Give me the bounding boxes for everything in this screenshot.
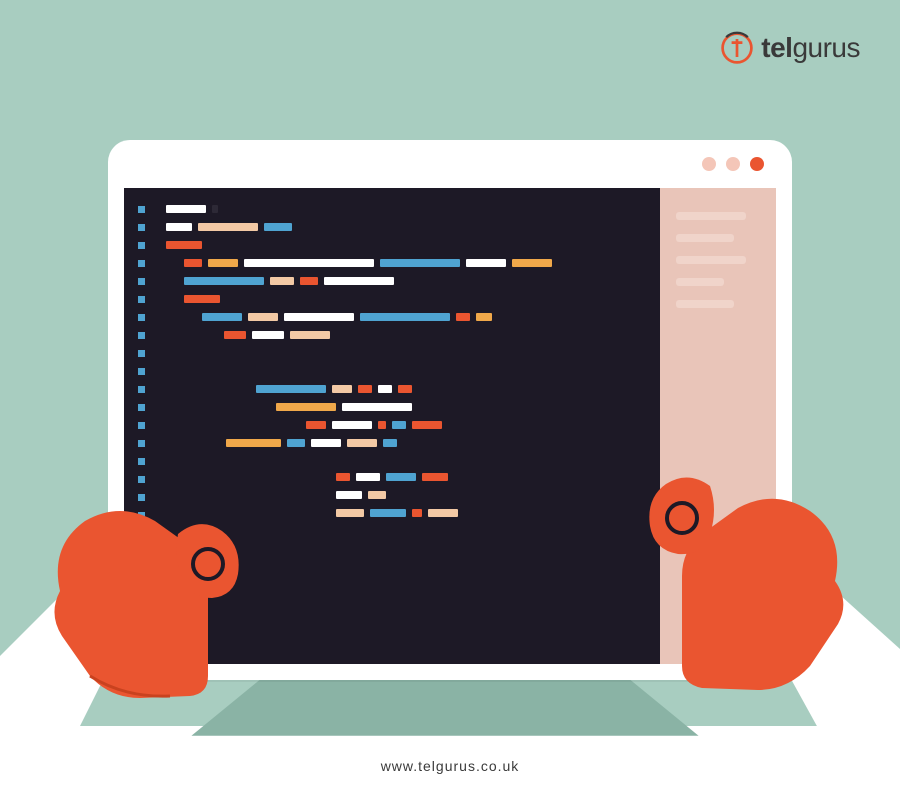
side-item — [676, 300, 734, 308]
window-control-max — [726, 157, 740, 171]
window-control-min — [702, 157, 716, 171]
window-title-bar — [108, 140, 792, 188]
hand-left-illustration — [0, 446, 300, 786]
side-item — [676, 212, 746, 220]
window-control-close — [750, 157, 764, 171]
side-item — [676, 256, 746, 264]
side-item — [676, 278, 724, 286]
brand-logo: telgurus — [719, 30, 860, 66]
logo-mark-icon — [719, 30, 755, 66]
logo-text: telgurus — [761, 32, 860, 64]
side-item — [676, 234, 734, 242]
hand-right-illustration — [610, 426, 900, 786]
website-url: www.telgurus.co.uk — [381, 758, 520, 774]
